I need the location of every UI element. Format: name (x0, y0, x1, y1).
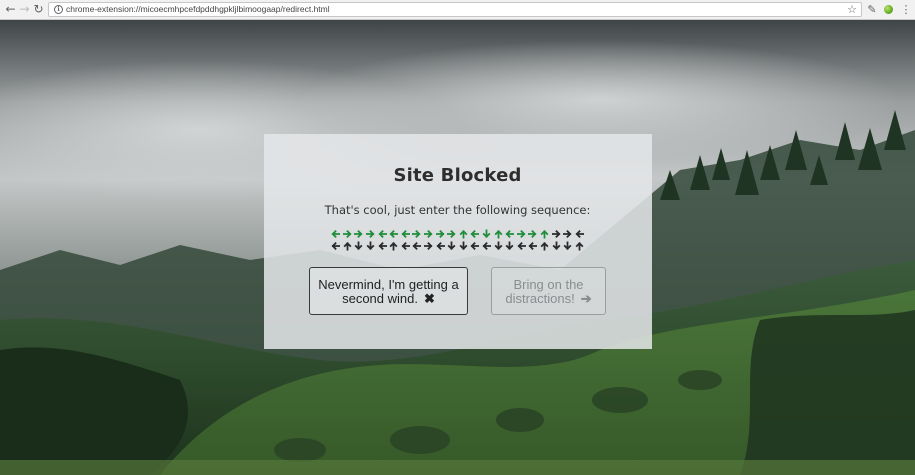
arrow-left-icon (527, 241, 539, 251)
arrow-up-icon (573, 241, 585, 251)
arrow-left-icon (330, 241, 342, 251)
sequence-row-1 (0, 229, 915, 239)
extension-status-icon[interactable] (884, 5, 893, 14)
close-icon: ✖ (423, 291, 435, 306)
arrow-up-icon (539, 229, 551, 239)
arrow-up-icon (342, 241, 354, 251)
arrow-left-icon (469, 229, 481, 239)
info-icon[interactable]: i (54, 5, 63, 14)
arrow-left-icon (434, 241, 446, 251)
arrow-up-icon (458, 229, 470, 239)
arrow-up-icon (492, 229, 504, 239)
arrow-left-icon (330, 229, 342, 239)
arrow-left-icon (388, 229, 400, 239)
address-bar[interactable]: i chrome-extension://micoecmhpcefdpddhgp… (48, 2, 862, 17)
forward-arrow-icon[interactable]: → (17, 2, 32, 17)
arrow-right-icon (446, 229, 458, 239)
arrow-left-icon (573, 229, 585, 239)
arrow-down-icon (550, 241, 562, 251)
arrow-left-icon (515, 241, 527, 251)
arrow-right-icon (434, 229, 446, 239)
browser-toolbar: ← → ↻ i chrome-extension://micoecmhpcefd… (0, 0, 915, 20)
arrow-right-icon (423, 241, 435, 251)
arrow-down-icon (492, 241, 504, 251)
arrow-right-icon (353, 229, 365, 239)
vertical-dots-icon[interactable]: ⋮ (899, 2, 913, 17)
arrow-left-icon (376, 229, 388, 239)
url-text[interactable]: chrome-extension://micoecmhpcefdpddhgpkl… (66, 3, 330, 16)
arrow-left-icon (504, 229, 516, 239)
arrow-right-icon (515, 229, 527, 239)
arrow-left-icon (411, 241, 423, 251)
arrow-up-icon (539, 241, 551, 251)
arrow-right-icon (527, 229, 539, 239)
distractions-button[interactable]: Bring on the distractions! ➔ (491, 267, 606, 315)
sequence-row-2 (0, 241, 915, 251)
nevermind-button[interactable]: Nevermind, I'm getting a second wind. ✖ (309, 267, 468, 315)
arrow-left-icon (400, 241, 412, 251)
distractions-label: Bring on the distractions! (505, 277, 584, 306)
reload-icon[interactable]: ↻ (31, 2, 46, 17)
star-icon[interactable]: ☆ (847, 3, 857, 16)
arrow-down-icon (365, 241, 377, 251)
dialog-subtitle: That's cool, just enter the following se… (324, 203, 591, 217)
arrow-up-icon (388, 241, 400, 251)
nevermind-label: Nevermind, I'm getting a second wind. (318, 277, 459, 306)
arrow-down-icon (446, 241, 458, 251)
arrow-down-icon (353, 241, 365, 251)
back-arrow-icon[interactable]: ← (3, 2, 18, 17)
arrow-left-icon (469, 241, 481, 251)
arrow-right-icon (423, 229, 435, 239)
eyedropper-icon[interactable]: ✎ (865, 2, 879, 17)
arrow-right-icon (562, 229, 574, 239)
arrow-left-icon (376, 241, 388, 251)
arrow-right-icon (411, 229, 423, 239)
arrow-right-icon (342, 229, 354, 239)
dialog-title: Site Blocked (393, 165, 522, 186)
arrow-down-icon (481, 229, 493, 239)
arrow-right-icon (550, 229, 562, 239)
arrow-left-icon (400, 229, 412, 239)
arrow-left-icon (481, 241, 493, 251)
arrow-down-icon (458, 241, 470, 251)
arrow-right-icon: ➔ (580, 291, 592, 306)
arrow-down-icon (562, 241, 574, 251)
arrow-down-icon (504, 241, 516, 251)
arrow-right-icon (365, 229, 377, 239)
